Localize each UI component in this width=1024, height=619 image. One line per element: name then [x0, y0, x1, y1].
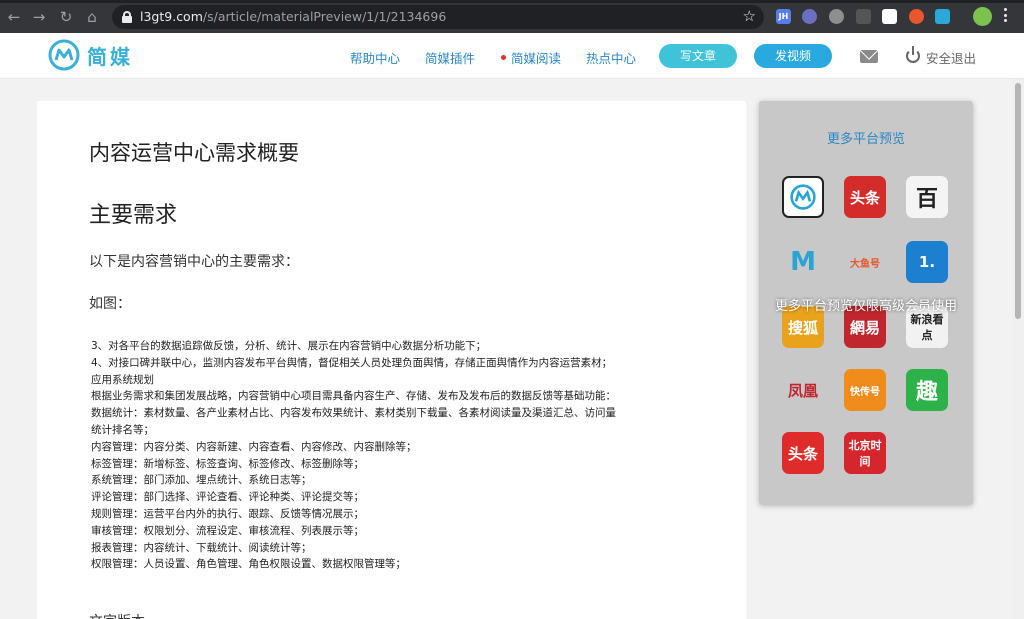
mail-icon[interactable]	[860, 50, 878, 63]
article-figure-label: 如图：	[89, 296, 131, 312]
ifeng-icon[interactable]: 凤凰	[782, 369, 824, 411]
article-line: 数据统计：素材数量、各产业素材占比、内容发布效果统计、素材类别下载量、各素材阅读…	[91, 407, 616, 420]
logo-text[interactable]: 简媒	[87, 41, 133, 70]
logout-link[interactable]: 安全退出	[926, 48, 976, 67]
article-line: 权限管理：人员设置、角色管理、角色权限设置、数据权限管理等；	[91, 558, 406, 571]
nav-hot-center[interactable]: 热点中心	[586, 48, 636, 67]
more-platforms-title[interactable]: 更多平台预览	[759, 128, 973, 147]
article-line: 内容管理：内容分类、内容新建、内容查看、内容修改、内容删除等；	[91, 440, 417, 453]
profile-avatar-icon[interactable]	[973, 7, 992, 26]
tab-strip	[0, 0, 1024, 3]
premium-only-notice: 更多平台预览仅限高级会员使用	[774, 299, 957, 314]
lock-icon	[122, 11, 132, 23]
scroll-thumb[interactable]	[1015, 83, 1021, 319]
article-line: 统计排名等；	[91, 423, 154, 436]
kuaichuan-icon[interactable]: 快传号	[844, 369, 886, 411]
bjtime-icon[interactable]: 北京时间	[844, 432, 886, 474]
extension-qr-icon[interactable]	[882, 9, 897, 24]
extension-blue-icon[interactable]	[935, 9, 950, 24]
write-article-button[interactable]: 写文章	[659, 44, 737, 68]
extension-circle-icon[interactable]	[802, 9, 817, 24]
article-intro: 以下是内容营销中心的主要需求：	[89, 254, 299, 270]
article-line: 审核管理：权限划分、流程设定、审核流程、列表展示等；	[91, 524, 364, 537]
back-icon[interactable]: ←	[4, 7, 24, 27]
page-scrollbar[interactable]	[1012, 79, 1024, 619]
extension-gear-icon[interactable]	[829, 9, 844, 24]
dayu-icon[interactable]: 大鱼号	[844, 241, 886, 283]
power-icon[interactable]	[905, 46, 921, 64]
extension-grid-icon[interactable]	[856, 9, 871, 24]
article-line: 规则管理：运营平台内外的执行、跟踪、反馈等情况展示；	[91, 507, 364, 520]
forward-icon[interactable]: →	[29, 7, 49, 27]
baijiahao-icon[interactable]: 百	[906, 176, 948, 218]
m-logo-icon[interactable]: M	[782, 241, 824, 283]
jianmei-logo-icon[interactable]	[48, 39, 80, 71]
article-line: 标签管理：新增标签、标签查询、标签修改、标签删除等；	[91, 457, 364, 470]
article-line: 系统管理：部门添加、埋点统计、系统日志等；	[91, 474, 312, 487]
article-line: 应用系统规划	[91, 373, 154, 386]
home-icon[interactable]: ⌂	[82, 7, 102, 27]
article-heading: 主要需求	[89, 203, 178, 228]
nav-help-center[interactable]: 帮助中心	[350, 48, 400, 67]
extension-jh-icon[interactable]: JH	[776, 9, 791, 24]
extension-orange-icon[interactable]	[909, 9, 924, 24]
toutiao-icon[interactable]: 头条	[844, 176, 886, 218]
reload-icon[interactable]: ↻	[56, 7, 76, 27]
browser-chrome: ← → ↻ ⌂ l3gt9.com/s/article/materialPrev…	[0, 0, 1024, 33]
url-host: l3gt9.com	[140, 9, 203, 24]
article-line: 4、对接口碑并联中心，监测内容发布平台舆情，督促相关人员处理负面舆情，存储正面舆…	[91, 356, 613, 369]
post-video-button[interactable]: 发视频	[754, 44, 832, 68]
nav-plugin[interactable]: 简媒插件	[425, 48, 475, 67]
site-header: 简媒 帮助中心 简媒插件 简媒阅读 热点中心 写文章 发视频 安全退出	[0, 33, 1024, 79]
nav-reading[interactable]: 简媒阅读	[501, 48, 561, 67]
notification-dot-icon	[501, 55, 506, 60]
bookmark-star-icon[interactable]: ☆	[743, 7, 756, 25]
article-preview: 内容运营中心需求概要 主要需求 以下是内容营销中心的主要需求： 如图： 3、对各…	[37, 101, 746, 619]
browser-menu-icon[interactable]	[1004, 8, 1008, 25]
article-line: 评论管理：部门选择、评论查看、评论种类、评论提交等；	[91, 491, 364, 504]
nav-reading-label: 简媒阅读	[511, 51, 562, 66]
article-line: 3、对各平台的数据追踪做反馈，分析、统计、展示在内容营销中心数据分析功能下；	[91, 340, 487, 352]
url-text[interactable]: l3gt9.com/s/article/materialPreview/1/1/…	[140, 9, 446, 24]
address-bar[interactable]: l3gt9.com/s/article/materialPreview/1/1/…	[112, 5, 764, 29]
article-title: 内容运营中心需求概要	[89, 141, 299, 165]
jianmei-logo-icon[interactable]	[782, 176, 824, 218]
qutoutiao-icon[interactable]: 趣	[906, 369, 948, 411]
url-path: /s/article/materialPreview/1/1/2134696	[202, 9, 447, 24]
article-figure-text: 3、对各平台的数据追踪做反馈，分析、统计、展示在内容营销中心数据分析功能下； 4…	[91, 338, 616, 573]
article-line: 报表管理：内容统计、下载统计、阅读统计等；	[91, 541, 312, 554]
yidian-icon[interactable]: 1.	[906, 241, 948, 283]
article-line: 根据业务需求和集团发展战略，内容营销中心项目需具备内容生产、存储、发布及发布后的…	[91, 390, 616, 403]
article-partial-line: 文字版本	[89, 611, 145, 619]
toutiao-red-icon[interactable]: 头条	[782, 432, 824, 474]
platform-preview-panel: 更多平台预览 头条百 M 大鱼号 1. 搜狐 網易 新浪看点 凤凰 快传号趣头条 北京时间 更多平…	[759, 101, 973, 505]
